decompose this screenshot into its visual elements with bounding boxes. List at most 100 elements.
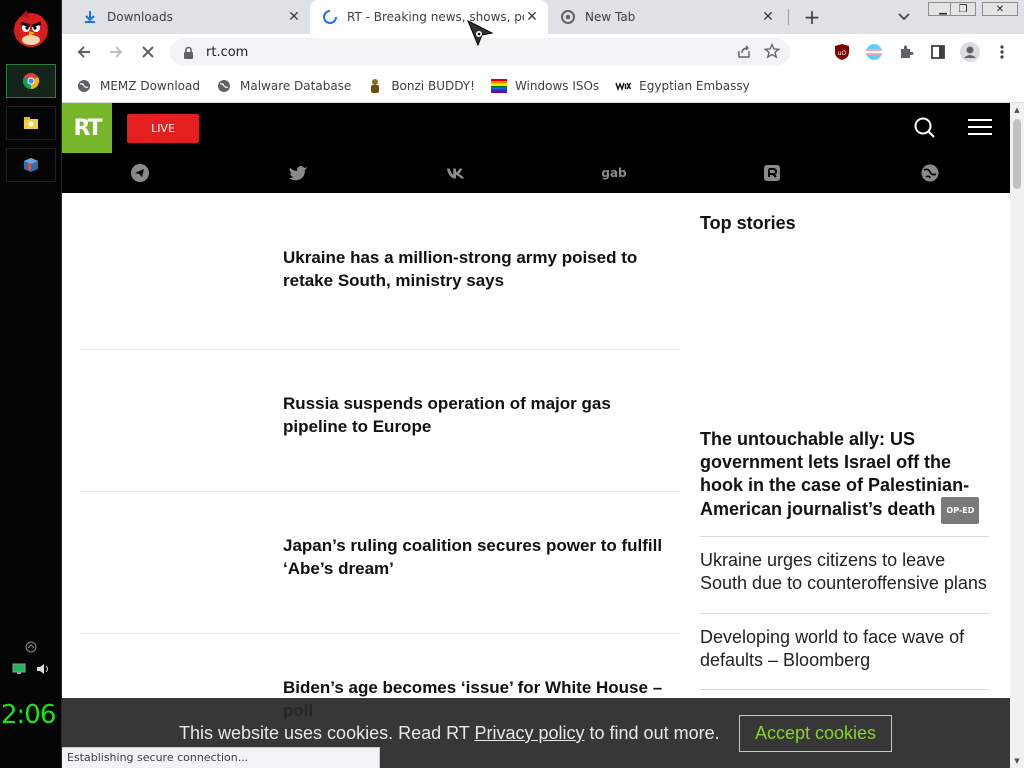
bookmark-label: Egyptian Embassy <box>639 79 750 93</box>
search-button[interactable] <box>914 117 936 142</box>
news-thumbnail[interactable] <box>80 508 270 618</box>
tab-new-tab[interactable]: New Tab ✕ <box>548 0 784 34</box>
accept-cookies-button[interactable]: Accept cookies <box>739 715 892 752</box>
globe-icon <box>216 78 232 94</box>
bookmark-star-icon[interactable] <box>763 42 781 62</box>
cookie-text-after: to find out more. <box>584 723 720 743</box>
tab-search-button[interactable] <box>894 8 914 26</box>
tray-icons <box>0 663 62 675</box>
hamburger-icon <box>968 119 992 135</box>
op-ed-badge: OP-ED <box>941 497 980 524</box>
close-icon[interactable]: ✕ <box>286 9 302 25</box>
status-bubble: Establishing secure connection... <box>62 747 380 768</box>
network-icon[interactable] <box>12 663 26 675</box>
url-text[interactable]: rt.com <box>206 45 248 60</box>
rt-header: RT LIVE <box>62 103 1010 153</box>
stop-loading-button[interactable] <box>136 40 160 64</box>
package-icon <box>24 158 38 172</box>
bookmark-malware-database[interactable]: Malware Database <box>216 78 351 94</box>
live-button[interactable]: LIVE <box>127 114 199 143</box>
search-icon <box>914 117 935 138</box>
taskbar-chrome-button[interactable] <box>6 64 56 98</box>
scroll-up-icon[interactable]: ▲ <box>1010 103 1024 117</box>
forward-button[interactable] <box>104 40 128 64</box>
cookie-text-before: This website uses cookies. Read RT <box>179 723 475 743</box>
bookmark-windows-isos[interactable]: Windows ISOs <box>490 78 600 94</box>
tab-title: RT - Breaking news, shows, podcasts <box>347 10 524 24</box>
maximize-button[interactable]: ❐ <box>950 2 976 16</box>
bookmark-label: Windows ISOs <box>514 79 600 93</box>
arrow-left-icon <box>77 46 90 58</box>
top-story-item[interactable]: Developing world to face wave of default… <box>700 613 989 690</box>
extensions-puzzle-icon[interactable] <box>896 42 916 62</box>
ublock-extension-icon[interactable]: uO <box>832 42 852 62</box>
telegram-icon[interactable] <box>130 163 150 183</box>
odysee-icon[interactable] <box>920 163 940 183</box>
scrollbar-thumb[interactable] <box>1013 119 1021 189</box>
bookmark-bonzi-buddy[interactable]: Bonzi BUDDY! <box>367 78 475 94</box>
close-icon[interactable]: ✕ <box>524 9 540 25</box>
privacy-policy-link[interactable]: Privacy policy <box>474 723 584 743</box>
tab-separator <box>788 9 789 25</box>
share-icon[interactable] <box>736 44 752 63</box>
tab-downloads[interactable]: Downloads ✕ <box>62 0 310 34</box>
bookmark-label: MEMZ Download <box>100 79 200 93</box>
rt-logo[interactable]: RT <box>62 103 112 153</box>
flag-extension-icon[interactable] <box>864 42 884 62</box>
twitter-icon[interactable] <box>288 163 308 183</box>
new-tab-button[interactable]: + <box>800 5 824 29</box>
kebab-menu-icon[interactable] <box>992 42 1012 62</box>
mouse-cursor-icon <box>466 19 496 52</box>
window-close-button[interactable]: ✕ <box>982 2 1018 16</box>
gab-icon[interactable]: gab <box>600 163 628 183</box>
close-icon[interactable]: ✕ <box>760 9 776 25</box>
feature-headline[interactable]: The untouchable ally: US government lets… <box>700 429 969 519</box>
taskbar-app-button[interactable] <box>6 148 56 182</box>
folder-icon <box>24 117 38 129</box>
side-panel-icon[interactable] <box>928 42 948 62</box>
bookmark-memz-download[interactable]: MEMZ Download <box>76 78 200 94</box>
back-button[interactable] <box>72 40 96 64</box>
news-headline[interactable]: Ukraine has a million-strong army poised… <box>283 246 673 292</box>
download-icon <box>82 9 98 25</box>
profile-avatar-icon[interactable] <box>960 42 980 62</box>
volume-icon[interactable] <box>36 663 50 675</box>
page-viewport: RT LIVE gab Ukraine has a million-strong… <box>62 103 1010 768</box>
tab-title: New Tab <box>585 10 636 24</box>
hamburger-menu-button[interactable] <box>968 118 992 139</box>
top-stories-heading: Top stories <box>700 213 796 233</box>
globe-icon <box>76 78 92 94</box>
lock-icon[interactable] <box>180 44 196 60</box>
angry-bird-start-icon[interactable] <box>9 6 53 50</box>
taskbar-clock[interactable]: 2:06 <box>0 700 62 730</box>
taskbar: 2:06 <box>0 0 62 768</box>
news-headline[interactable]: Russia suspends operation of major gas p… <box>283 392 673 438</box>
chrome-icon <box>560 9 576 25</box>
page-scrollbar[interactable]: ▲ ▼ <box>1010 103 1024 768</box>
news-item[interactable]: Ukraine has a million-strong army poised… <box>80 208 680 350</box>
cookie-message: This website uses cookies. Read RT Priva… <box>179 723 720 744</box>
bookmark-egyptian-embassy[interactable]: Egyptian Embassy <box>615 78 750 94</box>
taskbar-explorer-button[interactable] <box>6 106 56 140</box>
bookmark-label: Bonzi BUDDY! <box>391 79 475 93</box>
top-story-item[interactable]: Ukraine urges citizens to leave South du… <box>700 536 989 613</box>
bookmark-label: Malware Database <box>239 79 352 93</box>
wix-icon <box>615 78 632 94</box>
chrome-icon <box>22 73 40 90</box>
rumble-icon[interactable] <box>762 163 782 183</box>
news-item[interactable]: Russia suspends operation of major gas p… <box>80 350 680 492</box>
stop-icon <box>142 46 154 58</box>
vk-icon[interactable] <box>446 163 466 183</box>
bonzi-icon <box>367 78 383 94</box>
news-thumbnail[interactable] <box>80 224 270 334</box>
tab-rt[interactable]: RT - Breaking news, shows, podcasts ✕ <box>310 0 548 34</box>
scroll-down-icon[interactable]: ▼ <box>1010 754 1024 768</box>
chevron-up-icon <box>25 641 37 653</box>
top-story-feature[interactable]: The untouchable ally: US government lets… <box>700 428 990 524</box>
news-thumbnail[interactable] <box>80 366 270 476</box>
news-headline[interactable]: Japan’s ruling coalition secures power t… <box>283 534 673 580</box>
news-item[interactable]: Japan’s ruling coalition secures power t… <box>80 492 680 634</box>
bookmarks-bar: MEMZ Download Malware Database Bonzi BUD… <box>62 70 1024 103</box>
tray-chevron[interactable] <box>0 641 62 653</box>
rainbow-flag-icon <box>490 78 507 94</box>
